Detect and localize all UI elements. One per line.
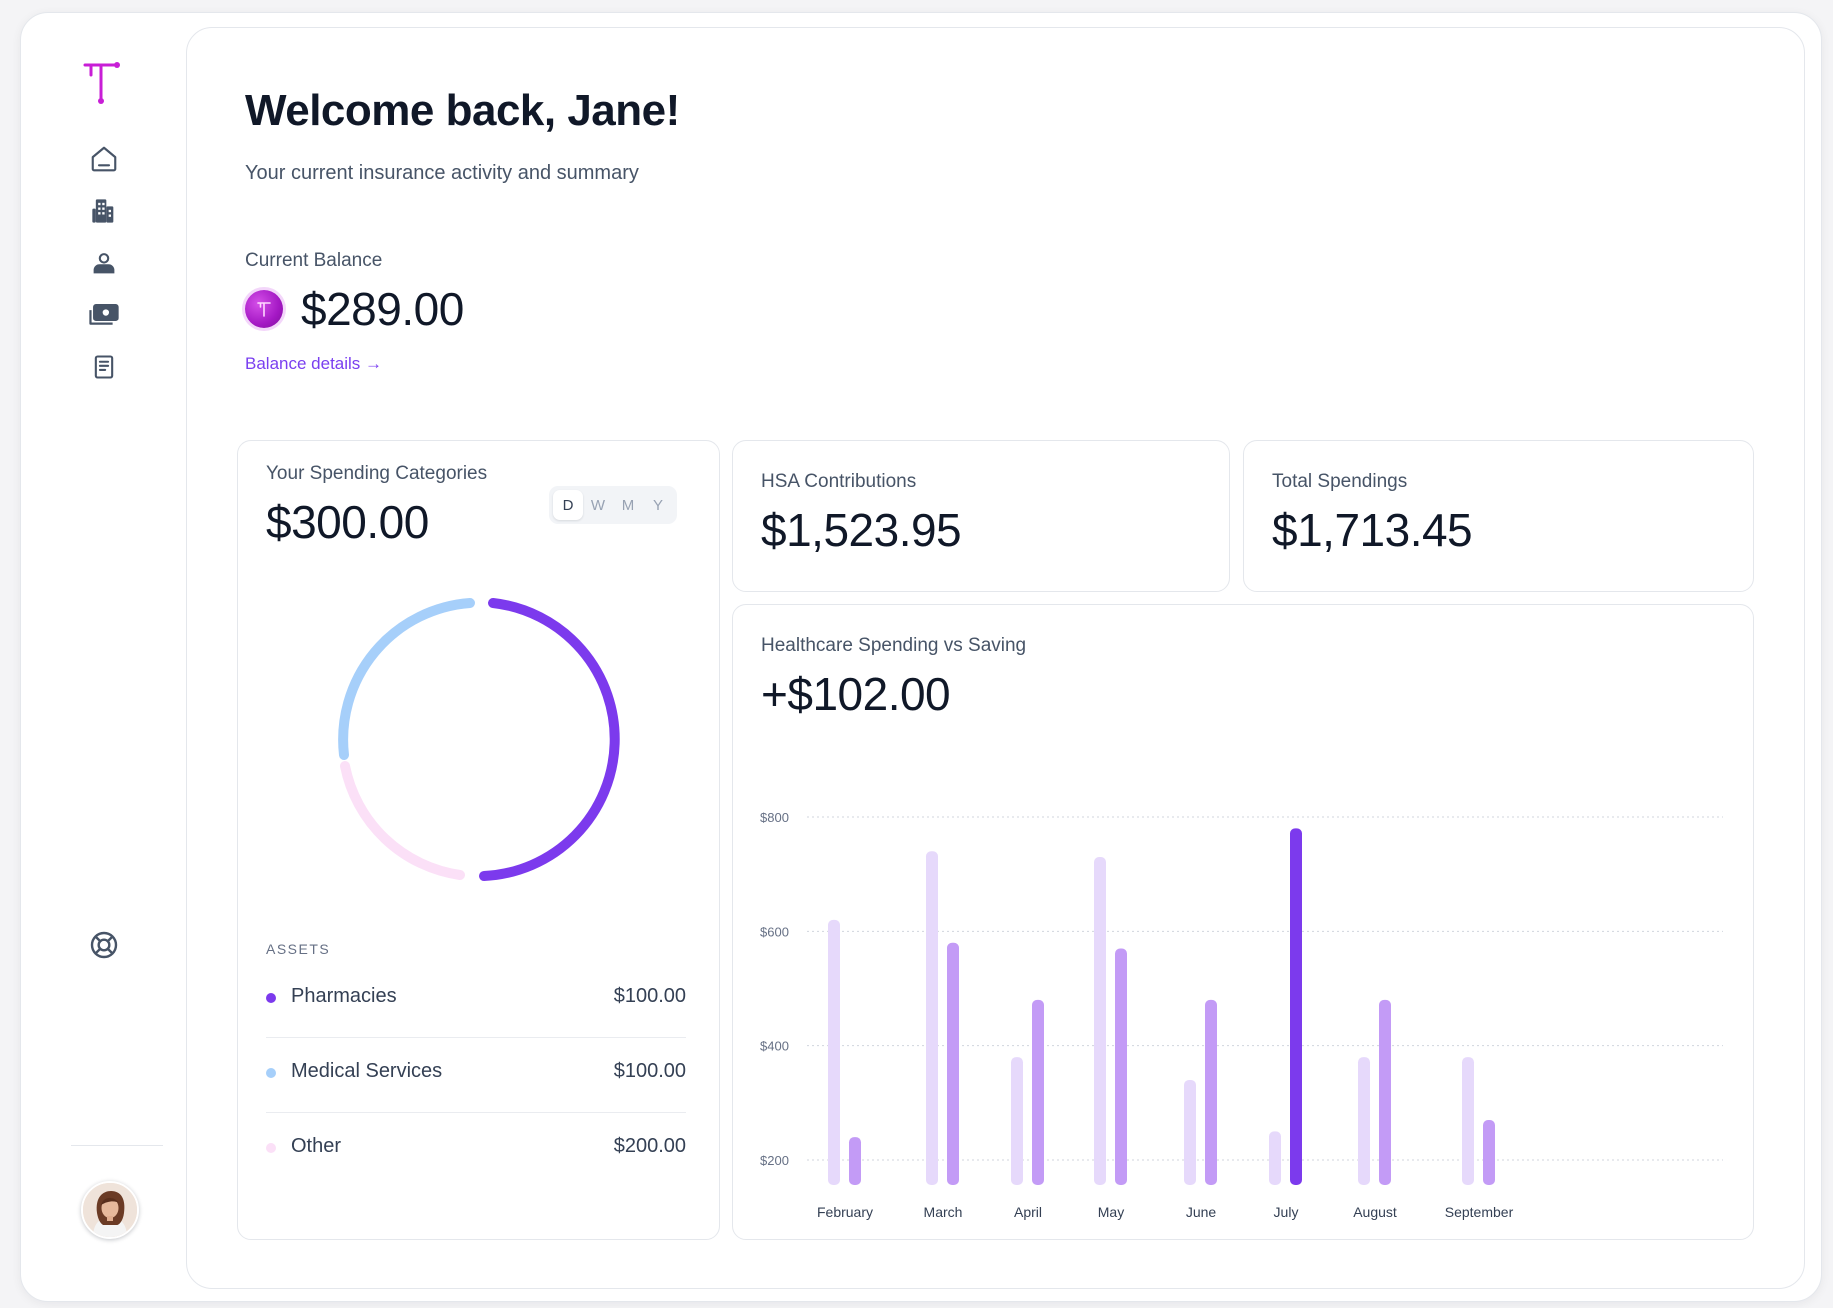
period-week[interactable]: W: [583, 490, 613, 520]
bar-february-series-1[interactable]: [828, 919, 840, 1185]
nav-documents[interactable]: [84, 349, 124, 389]
nav-support[interactable]: [84, 927, 124, 967]
app-window: Welcome back, Jane! Your current insuran…: [20, 12, 1822, 1302]
spending-categories-card: Your Spending Categories $300.00 D W M Y…: [237, 440, 720, 1240]
donut-segment-medical-services: [338, 598, 475, 760]
x-tick-label: May: [1098, 1204, 1124, 1220]
sidebar-divider: [71, 1145, 163, 1146]
bar-august-series-2[interactable]: [1379, 999, 1391, 1185]
x-tick-label: March: [924, 1204, 963, 1220]
t-token-icon: [245, 290, 283, 328]
spending-categories-label: Your Spending Categories: [266, 463, 488, 484]
hsa-amount: $1,523.95: [761, 504, 962, 556]
hsa-contributions-card: HSA Contributions $1,523.95: [732, 440, 1230, 592]
bar-september-series-2[interactable]: [1483, 1119, 1495, 1185]
bar-june-series-1[interactable]: [1184, 1079, 1196, 1185]
donut-segment-other: [340, 761, 465, 880]
cash-icon: [88, 300, 120, 335]
x-tick-label: April: [1014, 1204, 1042, 1220]
bar-april-series-2[interactable]: [1032, 999, 1044, 1185]
y-tick-label: $600: [760, 924, 789, 939]
user-avatar[interactable]: [81, 1181, 139, 1239]
period-day[interactable]: D: [553, 490, 583, 520]
asset-value: $200.00: [613, 1135, 686, 1157]
assets-title: ASSETS: [266, 941, 331, 957]
asset-dot: [266, 993, 276, 1003]
y-tick-label: $800: [760, 810, 789, 825]
document-icon: [90, 352, 118, 387]
building-icon: [90, 197, 118, 230]
bar-may-series-2[interactable]: [1115, 948, 1127, 1185]
asset-dot: [266, 1068, 276, 1078]
bar-august-series-1[interactable]: [1358, 1057, 1370, 1185]
bar-may-series-1[interactable]: [1094, 857, 1106, 1185]
page-title: Welcome back, Jane!: [245, 86, 680, 135]
asset-name: Pharmacies: [291, 985, 397, 1007]
balance-label: Current Balance: [245, 250, 383, 271]
bar-july-series-2[interactable]: [1290, 828, 1302, 1185]
balance-details-link[interactable]: Balance details →: [245, 354, 382, 374]
bar-march-series-1[interactable]: [926, 851, 938, 1185]
spending-donut-chart: [338, 598, 620, 881]
x-tick-label: February: [817, 1204, 873, 1220]
bar-july-series-1[interactable]: [1269, 1131, 1281, 1185]
balance-row: $289.00: [245, 282, 464, 336]
page-subtitle: Your current insurance activity and summ…: [245, 162, 639, 184]
nav-buildings[interactable]: [84, 193, 124, 233]
lifebuoy-icon: [88, 929, 120, 966]
donut-segment-pharmacies: [479, 598, 620, 881]
asset-value: $100.00: [613, 1060, 686, 1082]
spending-categories-amount: $300.00: [266, 496, 429, 548]
asset-row-other[interactable]: Other $200.00: [266, 1113, 686, 1187]
y-tick-label: $400: [760, 1039, 789, 1054]
asset-dot: [266, 1143, 276, 1153]
t-logo-icon[interactable]: [79, 57, 123, 109]
nav-payments[interactable]: [84, 297, 124, 337]
bar-february-series-2[interactable]: [849, 1137, 861, 1185]
asset-name: Medical Services: [291, 1060, 443, 1082]
total-spendings-amount: $1,713.45: [1272, 504, 1473, 556]
bar-september-series-1[interactable]: [1462, 1057, 1474, 1185]
main-content: Welcome back, Jane! Your current insuran…: [186, 27, 1805, 1289]
bar-march-series-2[interactable]: [947, 942, 959, 1185]
x-tick-label: July: [1274, 1204, 1299, 1220]
asset-name: Other: [291, 1135, 342, 1157]
period-year[interactable]: Y: [643, 490, 673, 520]
total-spendings-card: Total Spendings $1,713.45: [1243, 440, 1754, 592]
asset-row-pharmacies[interactable]: Pharmacies $100.00: [266, 963, 686, 1038]
asset-value: $100.00: [613, 985, 686, 1007]
home-icon: [89, 144, 119, 179]
hsa-label: HSA Contributions: [761, 471, 917, 492]
sidebar: [21, 13, 181, 1301]
x-tick-label: September: [1445, 1204, 1514, 1220]
bar-june-series-2[interactable]: [1205, 999, 1217, 1185]
bar-april-series-1[interactable]: [1011, 1057, 1023, 1185]
healthcare-bar-chart: $200 $400 $600 $800 February March April May Jun…: [760, 810, 1723, 1220]
period-month[interactable]: M: [613, 490, 643, 520]
asset-row-medical-services[interactable]: Medical Services $100.00: [266, 1038, 686, 1113]
total-spendings-label: Total Spendings: [1272, 471, 1408, 492]
y-tick-label: $200: [760, 1153, 789, 1168]
user-icon: [90, 249, 118, 282]
nav-profile[interactable]: [84, 245, 124, 285]
nav-home[interactable]: [84, 141, 124, 181]
healthcare-chart-card: Healthcare Spending vs Saving +$102.00 $…: [732, 604, 1754, 1240]
period-toggle: D W M Y: [549, 486, 677, 524]
balance-amount: $289.00: [301, 283, 464, 335]
x-tick-label: August: [1353, 1204, 1397, 1220]
x-tick-label: June: [1186, 1204, 1217, 1220]
